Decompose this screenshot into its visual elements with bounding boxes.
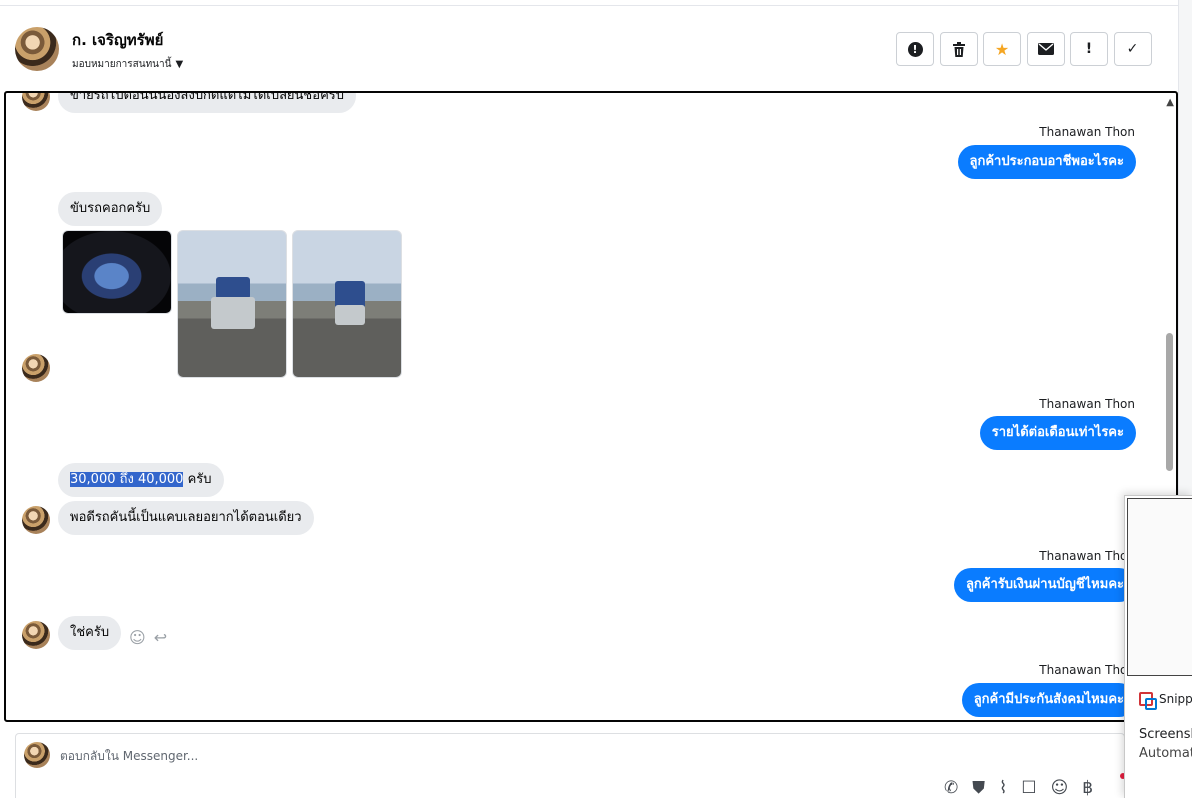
call-add-icon[interactable]: ✆: [944, 778, 958, 798]
scroll-up-arrow-icon[interactable]: ▲: [1166, 97, 1174, 108]
truck-cab-shape: [211, 297, 255, 329]
message-thread[interactable]: ▲ ขายรถไปตอนนี้น้องส่งปกติแต่ไม่ได้เปลี่…: [4, 91, 1178, 722]
spam-icon: !: [907, 41, 923, 57]
outgoing-message[interactable]: ลูกค้าประกอบอาชีพอะไรคะ: [957, 145, 1136, 179]
checkmark-icon: ✓: [1126, 41, 1139, 57]
contact-message-avatar: [22, 506, 50, 534]
truck-load-shape: [216, 277, 250, 299]
envelope-icon: [1037, 43, 1054, 55]
paperclip-icon[interactable]: ⌇: [999, 778, 1007, 798]
smiley-icon[interactable]: ☺: [129, 628, 146, 647]
outgoing-message[interactable]: รายได้ต่อเดือนเท่าไรคะ: [979, 416, 1136, 450]
header-actions: ! ★ ! ✓: [896, 32, 1152, 66]
outgoing-message[interactable]: ลูกค้ามีประกันสังคมไหมคะ: [961, 683, 1136, 717]
contact-message-avatar: [22, 354, 50, 382]
contact-name[interactable]: ก. เจริญทรัพย์: [72, 28, 163, 52]
selected-text: 30,000 ถึง 40,000: [70, 472, 184, 487]
screenshot-thumbnail[interactable]: [1127, 498, 1192, 676]
photo-attachment[interactable]: [177, 230, 287, 378]
mark-done-button[interactable]: ✓: [1113, 32, 1152, 66]
contact-avatar[interactable]: [15, 27, 59, 71]
incoming-message[interactable]: 30,000 ถึง 40,000 ครับ: [58, 463, 224, 497]
notification-body: Automat: [1139, 746, 1192, 761]
incoming-message[interactable]: ขับรถคอกครับ: [58, 192, 163, 226]
messenger-window: ก. เจริญทรัพย์ มอบหมายการสนทนานี้ ▼ ! ★ …: [0, 0, 1192, 798]
conversation-header: ก. เจริญทรัพย์ มอบหมายการสนทนานี้ ▼ ! ★ …: [0, 7, 1178, 91]
sender-name: Thanawan Thon: [1039, 663, 1135, 677]
sender-name: Thanawan Thon: [1039, 549, 1135, 563]
assign-conversation-dropdown[interactable]: มอบหมายการสนทนานี้ ▼: [72, 57, 183, 72]
star-button[interactable]: ★: [983, 32, 1021, 66]
sender-name: Thanawan Thon: [1039, 397, 1135, 411]
reply-composer: ✆ ⛊ ⌇ ☐ ☺ ฿: [15, 733, 1125, 798]
reply-input[interactable]: [60, 742, 660, 770]
mark-spam-button[interactable]: !: [896, 32, 934, 66]
trash-icon: [952, 41, 965, 57]
incoming-message[interactable]: ขายรถไปตอนนี้น้องส่งปกติแต่ไม่ได้เปลี่ยน…: [58, 93, 356, 113]
baht-payment-icon[interactable]: ฿: [1082, 778, 1093, 798]
snipping-tool-notification[interactable]: Snipp Screensh Automat: [1124, 495, 1192, 798]
emoji-icon[interactable]: ☺: [1051, 778, 1069, 798]
top-divider: [0, 0, 1178, 6]
sender-name: Thanawan Thon: [1039, 125, 1135, 139]
incoming-message[interactable]: พอดีรถคันนี้เป็นแคบเลยอยากได้ตอนเดียว: [58, 501, 314, 535]
message-actions: ☺ ↩: [129, 628, 167, 647]
photo-attachment[interactable]: [292, 230, 402, 378]
star-icon: ★: [994, 39, 1010, 59]
message-text: ครับ: [183, 472, 212, 487]
snipping-app-name: Snipp: [1159, 692, 1192, 706]
mark-unread-button[interactable]: [1026, 32, 1065, 66]
shopping-bag-icon[interactable]: ⛊: [972, 778, 985, 798]
incoming-message[interactable]: ใช่ครับ: [58, 616, 122, 650]
reply-icon[interactable]: ↩: [154, 628, 167, 647]
scroll-thumb[interactable]: [1166, 333, 1173, 471]
snipping-app-title: Snipp: [1139, 692, 1192, 710]
follow-up-button[interactable]: !: [1070, 32, 1108, 66]
notification-heading: Screensh: [1139, 727, 1192, 742]
contact-message-avatar: [22, 621, 50, 649]
assign-label: มอบหมายการสนทนานี้: [72, 59, 172, 70]
caret-down-icon: ▼: [175, 59, 184, 70]
outgoing-message[interactable]: ลูกค้ารับเงินผ่านบัญชีไหมคะ: [953, 568, 1136, 602]
page-avatar: [24, 742, 50, 768]
contact-message-avatar: [22, 93, 50, 111]
composer-toolbar: ✆ ⛊ ⌇ ☐ ☺ ฿: [944, 778, 1093, 798]
snipping-tool-icon: [1139, 692, 1157, 710]
exclamation-icon: !: [1085, 41, 1093, 57]
saved-reply-icon[interactable]: ☐: [1021, 778, 1036, 798]
delete-button[interactable]: [939, 32, 978, 66]
truck-cab-shape: [335, 305, 365, 325]
photo-attachment[interactable]: [62, 230, 172, 314]
